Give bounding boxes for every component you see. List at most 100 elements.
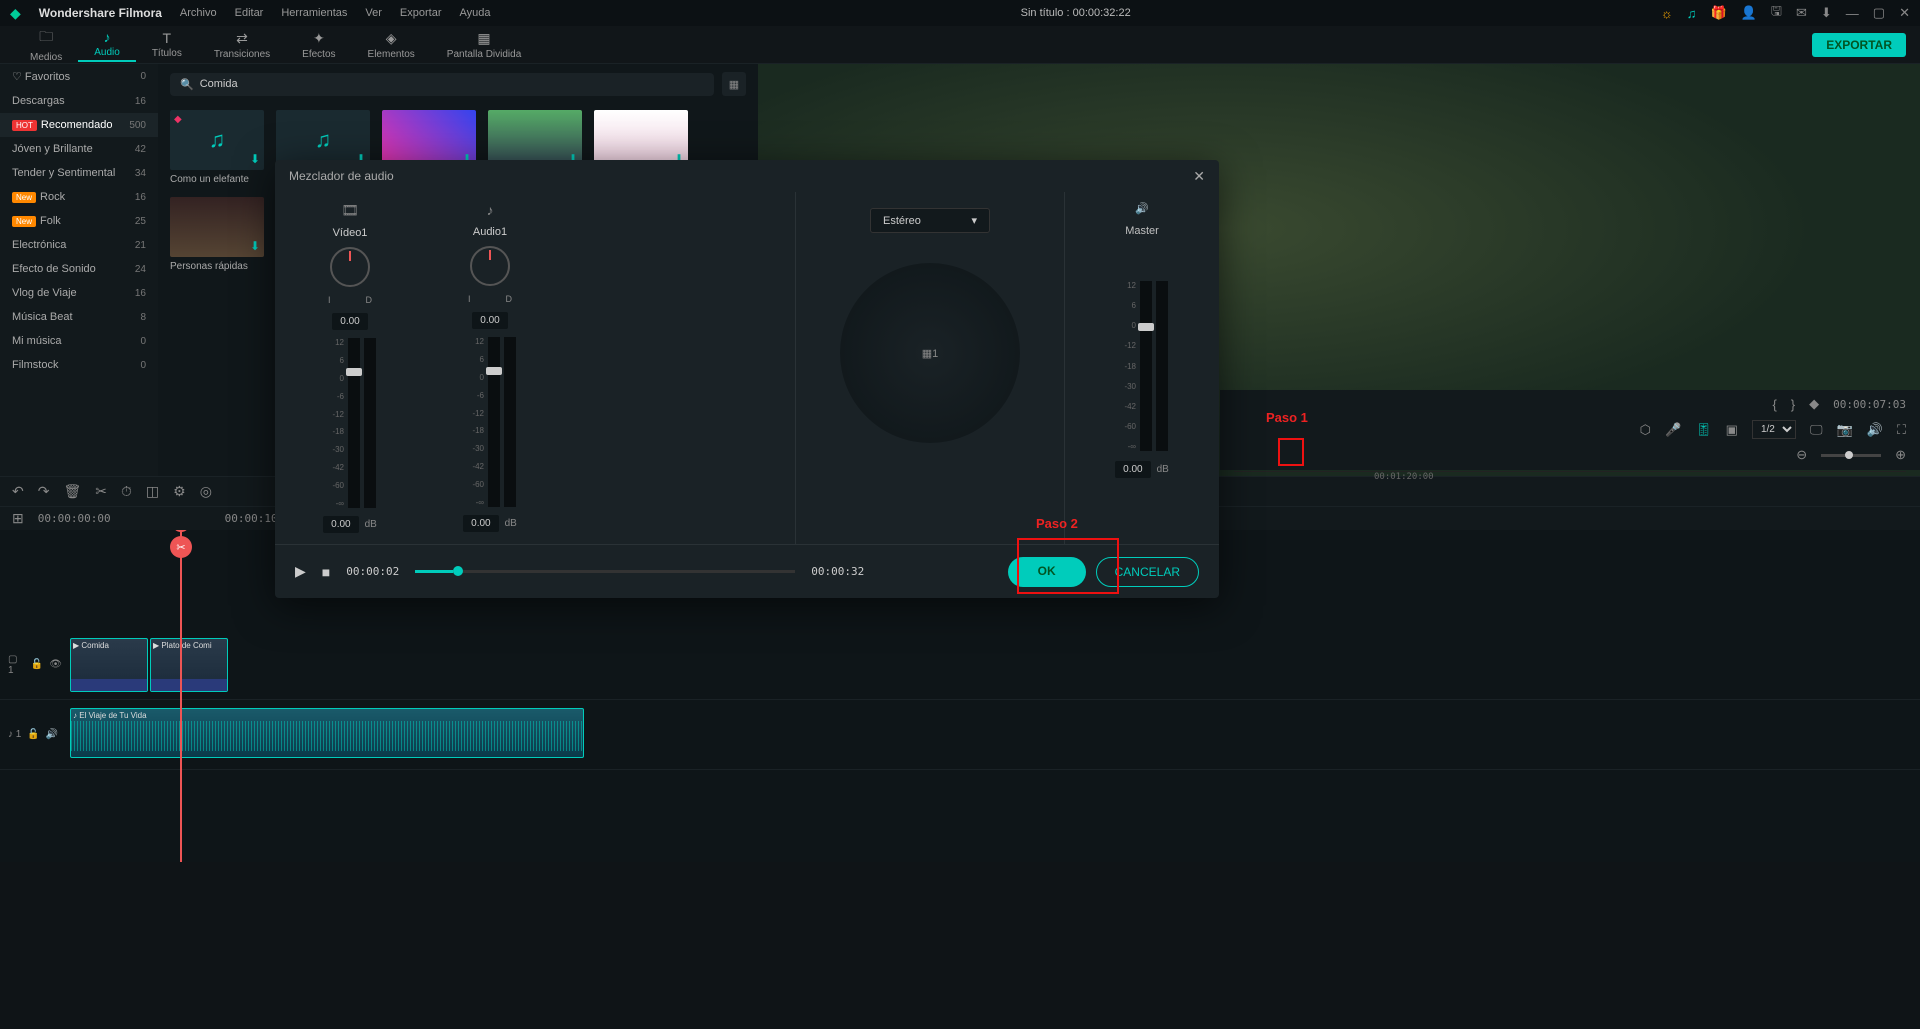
sidebar-item-rock[interactable]: NewRock16 (0, 185, 158, 209)
tab-efectos[interactable]: ✦Efectos (286, 28, 351, 62)
sidebar-item-joven[interactable]: Jóven y Brillante42 (0, 137, 158, 161)
pan-knob[interactable] (330, 247, 370, 287)
close-icon[interactable]: ✕ (1193, 168, 1205, 185)
headphones-icon[interactable]: ♫ (1687, 6, 1697, 21)
video-clip[interactable]: ▶ Plato de Comi (150, 638, 228, 692)
menu-archivo[interactable]: Archivo (180, 7, 217, 19)
tab-split[interactable]: ▦Pantalla Dividida (431, 28, 538, 62)
sidebar-item-filmstock[interactable]: Filmstock0 (0, 353, 158, 377)
pan-value[interactable]: 0.00 (472, 312, 507, 329)
sidebar-item-favoritos[interactable]: ♡ Favoritos0 (0, 64, 158, 89)
delete-icon[interactable]: 🗑 (63, 483, 81, 500)
bracket-left-icon[interactable]: { (1772, 397, 1776, 412)
stereo-select[interactable]: Estéreo▾ (870, 208, 990, 233)
crop-tool-icon[interactable]: ◫ (146, 483, 159, 500)
audio-clip[interactable]: ♪ El Viaje de Tu Vida (70, 708, 584, 758)
tab-audio[interactable]: ♪Audio (78, 27, 136, 62)
playback-progress[interactable] (415, 570, 795, 573)
menu-ver[interactable]: Ver (365, 7, 382, 19)
speed-icon[interactable]: ⏱ (121, 483, 132, 500)
download-thumb-icon[interactable]: ⬇ (250, 239, 260, 253)
user-icon[interactable]: 👤 (1741, 5, 1757, 21)
lightbulb-icon[interactable]: ☼ (1661, 6, 1673, 21)
menu-exportar[interactable]: Exportar (400, 7, 442, 19)
audio-track[interactable]: ♪ 1🔓🔊 ♪ El Viaje de Tu Vida (0, 700, 1920, 770)
zoom-out-icon[interactable]: ⊖ (1796, 447, 1807, 463)
play-icon[interactable]: ▶ (295, 563, 306, 580)
undo-icon[interactable]: ↶ (12, 483, 24, 500)
grid-view-button[interactable]: ▦ (722, 72, 746, 96)
marker-icon[interactable]: ◆ (1809, 396, 1819, 412)
fullscreen-icon[interactable]: ⛶ (1897, 422, 1906, 438)
fader-handle[interactable] (346, 368, 362, 376)
sidebar-item-vlog[interactable]: Vlog de Viaje16 (0, 281, 158, 305)
tab-transiciones[interactable]: ⇄Transiciones (198, 28, 286, 62)
search-input-wrap[interactable]: 🔍 (170, 73, 714, 96)
pan-value[interactable]: 0.00 (332, 313, 367, 330)
lock-icon[interactable]: 🔓 (31, 659, 43, 670)
shield-icon[interactable]: ⬡ (1640, 422, 1651, 438)
video-track[interactable]: ▢ 1🔓👁 ▶ Comida ▶ Plato de Comi (0, 630, 1920, 700)
gift-icon[interactable]: 🎁 (1711, 5, 1727, 21)
video-clip[interactable]: ▶ Comida (70, 638, 148, 692)
fader-handle[interactable] (486, 367, 502, 375)
text-icon: T (163, 30, 172, 46)
cancel-button[interactable]: CANCELAR (1096, 557, 1199, 587)
fader-handle[interactable] (1138, 323, 1154, 331)
tab-medios[interactable]: 🗀Medios (14, 24, 78, 65)
pan-knob[interactable] (470, 246, 510, 286)
sidebar-item-folk[interactable]: NewFolk25 (0, 209, 158, 233)
preview-controls: { } ◆ 00:00:07:03 ⬡ 🎤 🎚 ▣ 1/2 🖵 📷 🔊 ⛶ ⊖ … (1220, 390, 1920, 470)
sidebar-item-tender[interactable]: Tender y Sentimental34 (0, 161, 158, 185)
sidebar-item-descargas[interactable]: Descargas16 (0, 89, 158, 113)
menu-herramientas[interactable]: Herramientas (281, 7, 347, 19)
search-input[interactable] (200, 78, 704, 90)
ok-button[interactable]: OK (1008, 557, 1086, 587)
cut-icon[interactable]: ✂ (95, 483, 107, 500)
sidebar-item-recomendado[interactable]: HOTRecomendado500 (0, 113, 158, 137)
bracket-right-icon[interactable]: } (1791, 397, 1795, 412)
maximize-icon[interactable]: ▢ (1873, 5, 1885, 21)
lock-icon[interactable]: 🔓 (27, 729, 39, 740)
snapshot-icon[interactable]: 📷 (1837, 422, 1853, 438)
video-icon: 🎞 (341, 202, 359, 219)
download-icon[interactable]: ⬇ (1821, 5, 1832, 21)
playhead[interactable]: ✂ (180, 530, 182, 862)
sidebar-item-sfx[interactable]: Efecto de Sonido24 (0, 257, 158, 281)
stop-icon[interactable]: ■ (322, 564, 330, 580)
thumb-item[interactable]: ⬇Personas rápidas (170, 197, 264, 272)
thumb-item[interactable]: ◆♫⬇Como un elefante (170, 110, 264, 185)
speaker-icon[interactable]: 🔊 (46, 729, 58, 740)
tab-elementos[interactable]: ◈Elementos (352, 28, 431, 62)
level-meter (488, 337, 500, 507)
eye-icon[interactable]: 👁 (49, 659, 62, 670)
zoom-select[interactable]: 1/2 (1752, 420, 1796, 439)
tab-titulos[interactable]: TTítulos (136, 28, 198, 61)
monitor-icon[interactable]: 🖵 (1810, 422, 1823, 438)
surround-field[interactable]: ▦1 (840, 263, 1020, 443)
mic-icon[interactable]: 🎤 (1665, 422, 1681, 438)
scissors-icon[interactable]: ✂ (170, 536, 192, 558)
sidebar-item-beat[interactable]: Música Beat8 (0, 305, 158, 329)
crop-icon[interactable]: ▣ (1726, 422, 1738, 438)
sidebar-item-mimusica[interactable]: Mi música0 (0, 329, 158, 353)
audio-wave-icon[interactable]: ◎ (200, 483, 212, 500)
adjust-icon[interactable]: ⚙ (173, 483, 186, 500)
save-icon[interactable]: 🖫 (1771, 2, 1782, 24)
audio-mixer-icon[interactable]: 🎚 (1695, 422, 1712, 438)
redo-icon[interactable]: ↷ (38, 483, 50, 500)
sidebar-item-electronica[interactable]: Electrónica21 (0, 233, 158, 257)
track-manage-icon[interactable]: ⊞ (12, 510, 24, 527)
mail-icon[interactable]: ✉ (1796, 5, 1807, 21)
download-thumb-icon[interactable]: ⬇ (250, 152, 260, 166)
surround-center[interactable]: ▦1 (922, 347, 939, 360)
menu-editar[interactable]: Editar (235, 7, 264, 19)
zoom-in-icon[interactable]: ⊕ (1895, 447, 1906, 463)
menu-ayuda[interactable]: Ayuda (459, 7, 490, 19)
zoom-slider[interactable] (1821, 454, 1881, 457)
level-meter (504, 337, 516, 507)
export-button[interactable]: EXPORTAR (1812, 33, 1906, 57)
minimize-icon[interactable]: — (1846, 6, 1859, 21)
close-window-icon[interactable]: ✕ (1899, 5, 1910, 21)
volume-icon[interactable]: 🔊 (1867, 422, 1883, 438)
